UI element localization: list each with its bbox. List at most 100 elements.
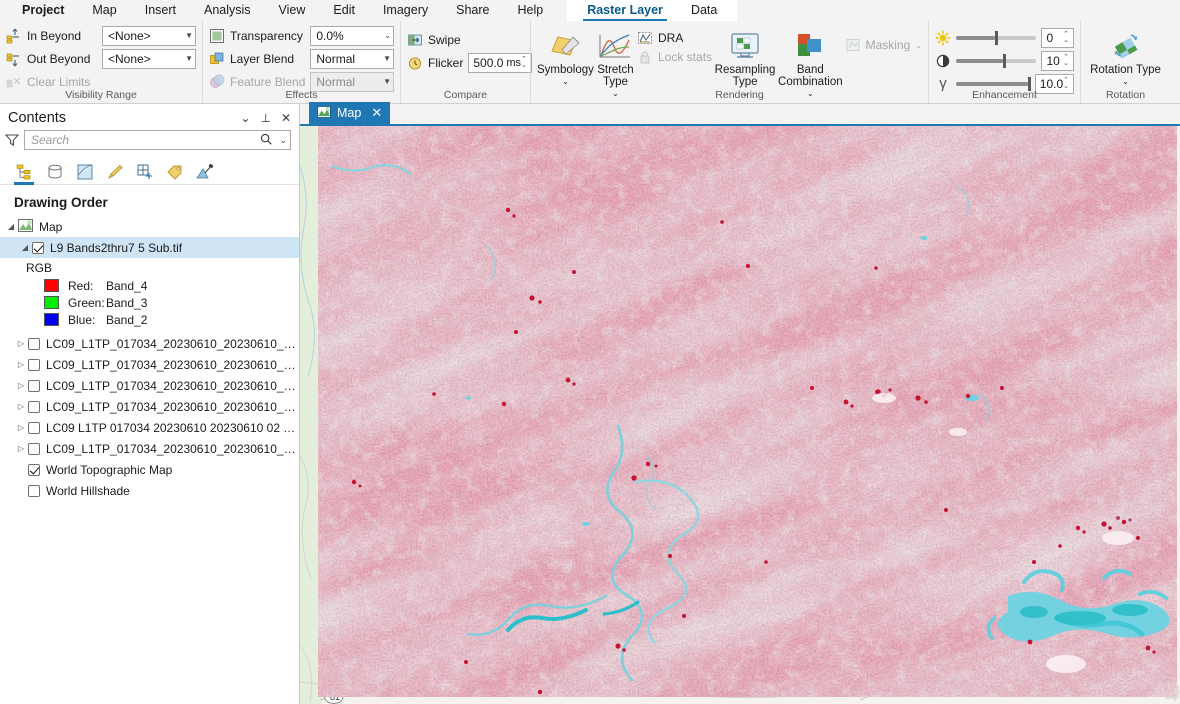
tab-map-view[interactable]: Map ✕ xyxy=(309,102,391,124)
red-band-value: Band_4 xyxy=(106,278,148,293)
red-channel-label: Red: xyxy=(68,278,94,293)
tab-data[interactable]: Data xyxy=(677,0,731,21)
world-topographic-map-checkbox[interactable] xyxy=(28,463,40,476)
filter-icon[interactable] xyxy=(4,132,20,148)
tab-project[interactable]: Project xyxy=(8,0,78,21)
tree-item-band-file[interactable]: ▷ LC09_L1TP_017034_20230610_20230610_02_… xyxy=(0,396,299,417)
contents-toolbar xyxy=(0,155,299,185)
chevron-down-icon[interactable]: ⌄ xyxy=(612,88,619,100)
ribbon: Project Map Insert Analysis View Edit Im… xyxy=(0,0,1180,104)
tree-item-world-topographic-map[interactable]: World Topographic Map xyxy=(0,459,299,480)
tab-analysis[interactable]: Analysis xyxy=(190,0,265,21)
tab-edit[interactable]: Edit xyxy=(319,0,369,21)
flicker-value: 500.0 xyxy=(473,55,504,70)
stretch-type-label: Stretch Type xyxy=(597,64,634,88)
expand-arrow-icon[interactable]: ▷ xyxy=(14,339,28,348)
list-by-drawing-order-icon[interactable] xyxy=(14,160,36,185)
transparency-combo[interactable]: 0.0% ⌄ xyxy=(310,25,394,46)
contrast-spinner[interactable]: 10 ⌃ ⌄ xyxy=(1041,50,1074,71)
tree-item-raster-layer[interactable]: ◢ L9 Bands2thru7 5 Sub.tif xyxy=(0,237,299,258)
list-by-labeling-icon[interactable] xyxy=(164,160,186,184)
chevron-down-icon[interactable]: ⌄ xyxy=(1122,76,1129,88)
chevron-down-icon[interactable]: ⌄ xyxy=(562,76,569,88)
in-beyond-combo[interactable]: <None> ▼ xyxy=(101,25,196,46)
out-beyond-icon xyxy=(6,51,22,67)
rotation-type-button[interactable]: Rotation Type ⌄ xyxy=(1080,25,1172,88)
green-band-value: Band_3 xyxy=(106,295,148,310)
group-title-compare: Compare xyxy=(443,89,488,101)
tab-view[interactable]: View xyxy=(265,0,320,21)
band-file-checkbox[interactable] xyxy=(28,421,40,434)
pin-icon[interactable]: ⊥ xyxy=(260,112,270,124)
in-beyond-value: <None> xyxy=(107,28,151,43)
tree-item-band-file[interactable]: ▷ LC09 L1TP 017034 20230610 20230610 02 … xyxy=(0,417,299,438)
raster-layer-checkbox[interactable] xyxy=(32,241,44,254)
spinner-arrows-icon[interactable]: ⌃ ⌄ xyxy=(1063,31,1071,44)
flicker-command[interactable]: Flicker xyxy=(407,55,463,71)
gamma-slider[interactable] xyxy=(956,76,1031,91)
pane-menu-chevron-icon[interactable]: ⌄ xyxy=(240,112,250,124)
symbology-button[interactable]: Symbology ⌄ xyxy=(537,27,594,88)
stretch-type-button[interactable]: Stretch Type ⌄ xyxy=(596,27,635,100)
tab-map[interactable]: Map xyxy=(78,0,130,21)
list-by-editing-icon[interactable] xyxy=(104,160,126,184)
close-icon[interactable]: ✕ xyxy=(281,112,291,124)
tab-help[interactable]: Help xyxy=(503,0,557,21)
layer-blend-command[interactable]: Layer Blend xyxy=(209,51,305,67)
world-hillshade-checkbox[interactable] xyxy=(28,484,40,497)
brightness-slider[interactable] xyxy=(956,30,1037,45)
expand-arrow-icon[interactable]: ▷ xyxy=(14,402,28,411)
group-title-visibility-range: Visibility Range xyxy=(65,89,137,101)
tree-item-band-file[interactable]: ▷ LC09_L1TP_017034_20230610_20230610_02_… xyxy=(0,375,299,396)
spinner-arrows-icon[interactable]: ⌃ ⌄ xyxy=(1063,77,1071,90)
contrast-slider[interactable] xyxy=(956,53,1037,68)
expand-arrow-icon[interactable]: ▷ xyxy=(14,360,28,369)
list-by-data-source-icon[interactable] xyxy=(44,160,66,184)
search-icon[interactable] xyxy=(259,132,273,149)
list-by-diagram-icon[interactable] xyxy=(194,160,216,184)
band-file-checkbox[interactable] xyxy=(28,442,40,455)
spinner-arrows-icon[interactable]: ⌃ ⌄ xyxy=(1063,54,1071,67)
dra-command[interactable]: DRA xyxy=(637,30,712,46)
brightness-row: 0 ⌃ ⌄ xyxy=(935,27,1074,48)
tab-insert[interactable]: Insert xyxy=(131,0,190,21)
expand-arrow-icon[interactable]: ◢ xyxy=(4,222,18,231)
group-title-rendering: Rendering xyxy=(715,89,764,101)
feature-blend-value: Normal xyxy=(316,74,356,89)
list-by-selection-icon[interactable] xyxy=(74,160,96,184)
main-area: Contents ⌄ ⊥ ✕ Search ⌄ Drawing Order ◢ … xyxy=(0,102,1180,704)
flicker-spinner[interactable]: 500.0 ms ⌃ ⌄ xyxy=(468,52,532,73)
in-beyond-command[interactable]: In Beyond xyxy=(6,28,97,44)
expand-arrow-icon[interactable]: ▷ xyxy=(14,444,28,453)
tree-item-band-file[interactable]: ▷ LC09_L1TP_017034_20230610_20230610_02_… xyxy=(0,438,299,459)
band-file-checkbox[interactable] xyxy=(28,400,40,413)
tree-item-world-hillshade[interactable]: World Hillshade xyxy=(0,480,299,501)
stretch-type-icon xyxy=(598,29,632,63)
swipe-command[interactable]: Swipe xyxy=(407,32,461,48)
tree-item-map[interactable]: ◢ Map xyxy=(0,216,299,237)
tab-imagery[interactable]: Imagery xyxy=(369,0,442,21)
brightness-spinner[interactable]: 0 ⌃ ⌄ xyxy=(1041,27,1074,48)
out-beyond-command[interactable]: Out Beyond xyxy=(6,51,97,67)
tree-item-band-file[interactable]: ▷ LC09_L1TP_017034_20230610_20230610_02_… xyxy=(0,333,299,354)
band-file-checkbox[interactable] xyxy=(28,358,40,371)
band-file-checkbox[interactable] xyxy=(28,337,40,350)
expand-arrow-icon[interactable]: ▷ xyxy=(14,423,28,432)
layer-blend-combo[interactable]: Normal ▼ xyxy=(310,48,394,69)
close-icon[interactable]: ✕ xyxy=(367,105,382,121)
tree-item-band-file[interactable]: ▷ LC09_L1TP_017034_20230610_20230610_02_… xyxy=(0,354,299,375)
search-input[interactable]: Search ⌄ xyxy=(24,130,291,150)
band-file-checkbox[interactable] xyxy=(28,379,40,392)
spinner-arrows-icon[interactable]: ⌃ ⌄ xyxy=(521,56,529,69)
expand-arrow-icon[interactable]: ▷ xyxy=(14,381,28,390)
out-beyond-combo[interactable]: <None> ▼ xyxy=(101,48,196,69)
tab-share[interactable]: Share xyxy=(442,0,503,21)
list-by-snapping-icon[interactable] xyxy=(134,160,156,184)
expand-arrow-icon[interactable]: ◢ xyxy=(18,243,32,252)
band-file-label: LC09_L1TP_017034_20230610_20230610_02_T1… xyxy=(46,336,299,351)
tab-raster-layer[interactable]: Raster Layer xyxy=(573,0,677,21)
map-canvas[interactable]: 81 xyxy=(300,126,1180,704)
swipe-icon xyxy=(407,32,423,48)
transparency-command[interactable]: Transparency xyxy=(209,28,305,44)
search-options-chevron-icon[interactable]: ⌄ xyxy=(279,135,287,146)
